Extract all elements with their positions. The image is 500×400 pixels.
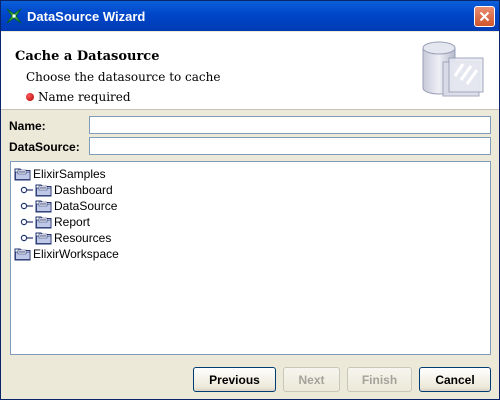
datasource-label: DataSource:	[9, 140, 80, 154]
name-input[interactable]	[89, 116, 491, 134]
close-button[interactable]	[474, 6, 495, 27]
expand-handle-icon[interactable]	[20, 217, 34, 227]
tree-node-label: ElixirSamples	[33, 167, 106, 181]
wizard-header: Cache a Datasource Choose the datasource…	[1, 32, 499, 110]
tree-node-elixirsamples[interactable]: ElixirSamples	[14, 167, 106, 181]
error-icon	[26, 93, 34, 101]
folder-icon	[35, 215, 52, 229]
tree-node-label: Resources	[54, 231, 112, 245]
tree-node-label: Report	[54, 215, 91, 229]
name-label: Name:	[9, 119, 46, 133]
tree-node-datasource[interactable]: DataSource	[20, 199, 117, 213]
validation-text: Name required	[38, 90, 131, 104]
tree-node-dashboard[interactable]: Dashboard	[20, 183, 113, 197]
folder-icon	[14, 247, 31, 261]
tree-node-label: DataSource	[54, 199, 118, 213]
expand-handle-icon[interactable]	[20, 201, 34, 211]
tree-node-elixirworkspace[interactable]: ElixirWorkspace	[14, 247, 119, 261]
page-title: Cache a Datasource	[15, 49, 160, 64]
folder-icon	[35, 231, 52, 245]
finish-button[interactable]: Finish	[347, 367, 412, 392]
cancel-button[interactable]: Cancel	[419, 367, 491, 392]
title-bar[interactable]: DataSource Wizard	[1, 1, 499, 31]
page-description: Choose the datasource to cache	[26, 70, 221, 84]
folder-icon	[35, 183, 52, 197]
window-title: DataSource Wizard	[27, 9, 146, 24]
tree-node-label: Dashboard	[54, 183, 113, 197]
close-icon	[479, 11, 490, 22]
wizard-window: DataSource Wizard Cache a Datasource Cho…	[0, 0, 500, 400]
next-button[interactable]: Next	[283, 367, 340, 392]
previous-button[interactable]: Previous	[193, 367, 276, 392]
tree-node-resources[interactable]: Resources	[20, 231, 111, 245]
tree-node-report[interactable]: Report	[20, 215, 90, 229]
folder-icon	[35, 199, 52, 213]
expand-handle-icon[interactable]	[20, 233, 34, 243]
datasource-cache-icon	[422, 41, 484, 97]
validation-message: Name required	[26, 90, 131, 104]
expand-handle-icon[interactable]	[20, 185, 34, 195]
folder-open-icon	[14, 167, 31, 181]
datasource-input[interactable]	[89, 137, 491, 155]
tree-node-label: ElixirWorkspace	[33, 247, 119, 261]
datasource-tree[interactable]: ElixirSamples Dashboard DataSource Repor…	[10, 161, 491, 355]
wizard-app-icon	[6, 8, 22, 24]
